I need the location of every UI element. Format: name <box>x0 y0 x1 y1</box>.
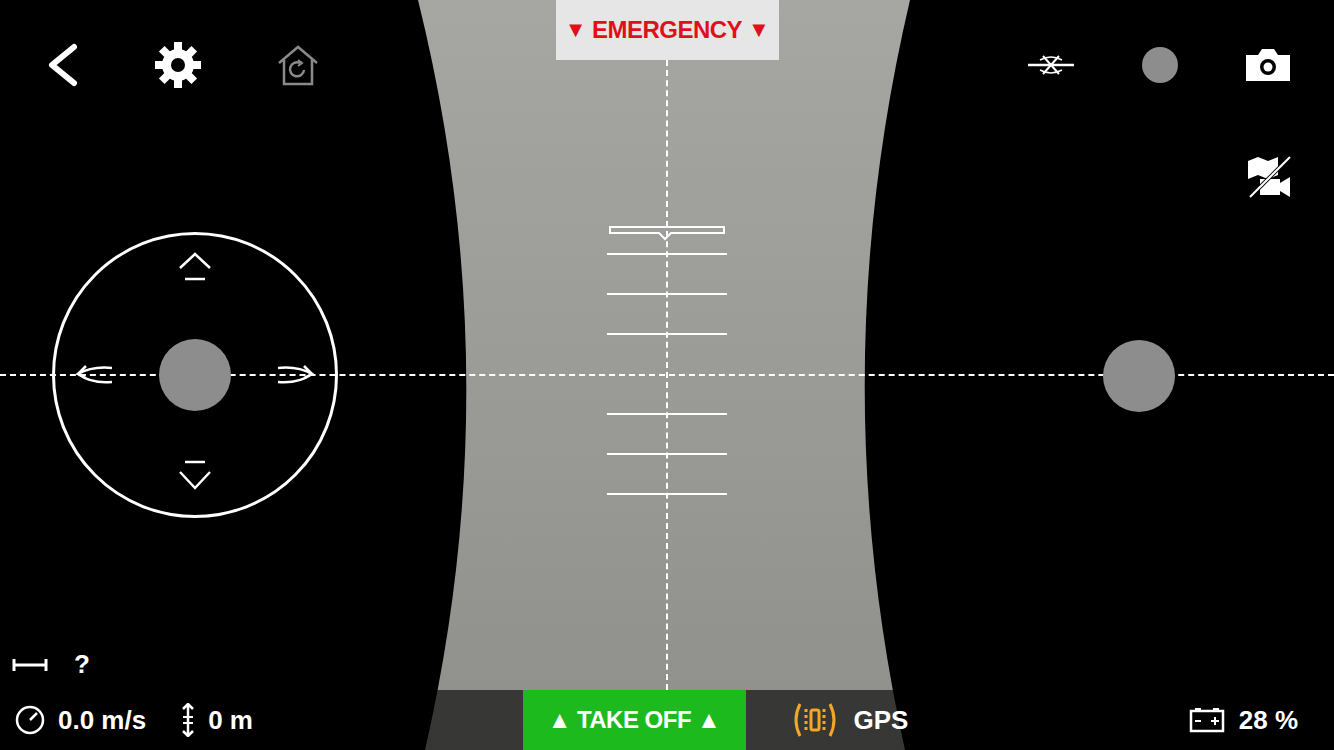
distance-ruler-icon <box>12 658 48 672</box>
altitude-reading: 0 m <box>208 705 253 736</box>
left-joystick-knob[interactable] <box>159 339 231 411</box>
speed-reading: 0.0 m/s <box>58 705 146 736</box>
right-joystick-knob[interactable] <box>1103 340 1175 412</box>
record-button[interactable] <box>1142 47 1178 83</box>
top-bar: ▼EMERGENCY▼ <box>0 0 1334 199</box>
gps-label: GPS <box>854 705 909 736</box>
status-right: GPS 28 % <box>746 690 1334 750</box>
camera-icon[interactable] <box>1244 47 1292 83</box>
hud-spacer <box>0 199 1334 649</box>
take-off-label: TAKE OFF <box>577 706 691 734</box>
home-return-icon[interactable] <box>276 44 320 86</box>
left-joystick[interactable] <box>52 232 338 518</box>
map-video-off-icon[interactable] <box>1246 155 1292 199</box>
hud-overlay: ▼EMERGENCY▼? 0.0 m/s 0 m ▲TAKE OFF▲ GPS 28 % <box>0 0 1334 750</box>
gps-status: GPS <box>790 700 909 740</box>
battery-icon <box>1189 707 1225 733</box>
back-chevron-icon[interactable] <box>44 41 80 89</box>
take-off-arrow-icon: ▲ <box>548 706 571 734</box>
take-off-button[interactable]: ▲TAKE OFF▲ <box>523 690 746 750</box>
battery-status: 28 % <box>1189 705 1298 736</box>
emergency-label: EMERGENCY <box>592 16 742 44</box>
range-row: ? <box>0 649 1334 690</box>
flight-screen: ▼EMERGENCY▼? 0.0 m/s 0 m ▲TAKE OFF▲ GPS 28 % <box>0 0 1334 750</box>
top-right-icons <box>779 0 1334 199</box>
emergency-arrow-icon: ▼ <box>565 17 586 43</box>
battery-reading: 28 % <box>1239 705 1298 736</box>
emergency-arrow-icon: ▼ <box>748 17 769 43</box>
gps-signal-icon <box>790 700 840 740</box>
center-line <box>666 60 668 690</box>
altitude-icon <box>180 703 196 737</box>
top-left-icons <box>0 0 556 89</box>
status-left: 0.0 m/s 0 m <box>0 690 523 750</box>
gear-icon[interactable] <box>154 41 202 89</box>
status-bar: 0.0 m/s 0 m ▲TAKE OFF▲ GPS 28 % <box>0 690 1334 750</box>
emergency-button[interactable]: ▼EMERGENCY▼ <box>556 0 779 60</box>
attitude-ladder <box>607 226 737 516</box>
top-right-row <box>1026 47 1292 83</box>
speedometer-icon <box>14 704 46 736</box>
horizon-crosshair-icon[interactable] <box>1026 52 1076 78</box>
take-off-arrow-icon: ▲ <box>697 706 720 734</box>
range-value: ? <box>74 649 90 680</box>
